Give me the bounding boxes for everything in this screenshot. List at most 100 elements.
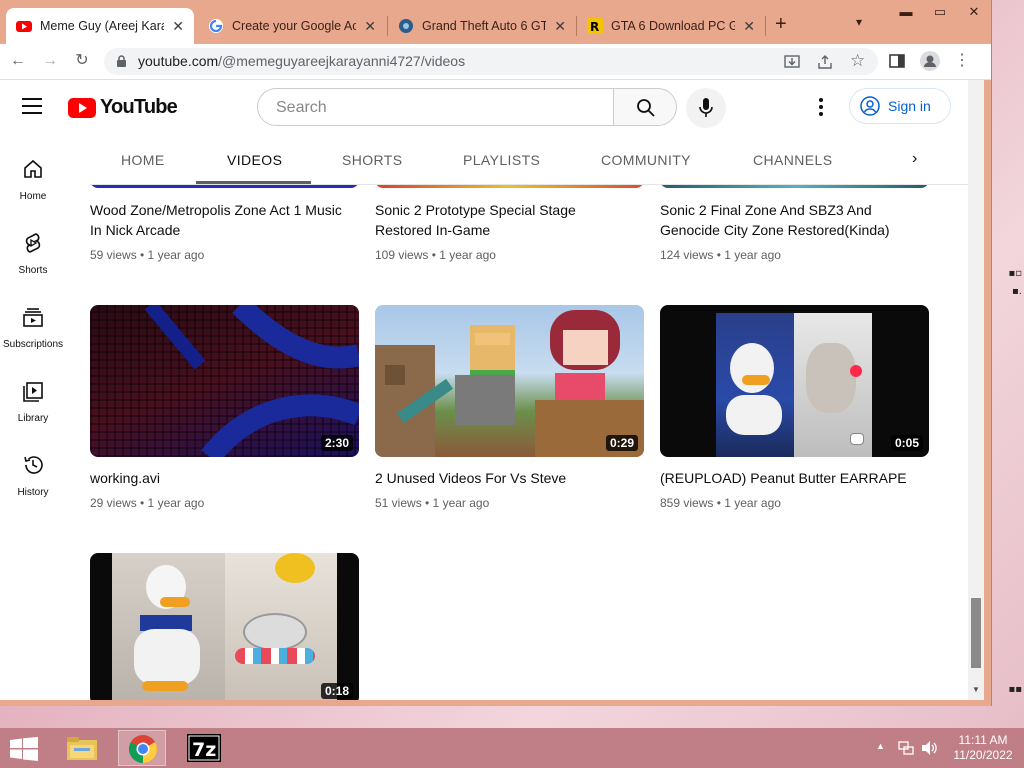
url-text: youtube.com/@memeguyareejkarayanni4727/v… bbox=[138, 53, 465, 69]
tab-close-icon[interactable]: ✕ bbox=[743, 18, 755, 35]
thumbnail-art bbox=[794, 313, 872, 457]
browser-tab-gta6[interactable]: Grand Theft Auto 6 GTA ✕ bbox=[388, 8, 576, 44]
window-controls: ▬ ▭ ✕ bbox=[889, 0, 991, 26]
new-tab-button[interactable]: + bbox=[775, 13, 787, 36]
browser-tab-gta6-download[interactable]: R GTA 6 Download PC Ga ✕ bbox=[577, 8, 765, 44]
video-title[interactable]: Wood Zone/Metropolis Zone Act 1 Music In… bbox=[90, 200, 350, 240]
back-arrow-icon[interactable]: ← bbox=[8, 51, 28, 71]
video-thumbnail[interactable]: 0:18 bbox=[90, 553, 359, 700]
page-scrollbar[interactable]: ▼ bbox=[968, 80, 984, 700]
video-meta: 51 views • 1 year ago bbox=[375, 496, 490, 510]
tab-shorts[interactable]: SHORTS bbox=[342, 152, 403, 168]
tab-close-icon[interactable]: ✕ bbox=[172, 18, 184, 35]
video-meta: 859 views • 1 year ago bbox=[660, 496, 781, 510]
tab-close-icon[interactable]: ✕ bbox=[554, 18, 566, 35]
tab-channels[interactable]: CHANNELS bbox=[753, 152, 832, 168]
video-title[interactable]: (REUPLOAD) Peanut Butter EARRAPE bbox=[660, 468, 920, 488]
sidebar-item-label: Shorts bbox=[18, 265, 48, 276]
scrollbar-thumb[interactable] bbox=[971, 598, 981, 668]
volume-icon[interactable] bbox=[921, 740, 939, 756]
profile-avatar-icon[interactable] bbox=[920, 51, 940, 71]
youtube-logo[interactable]: YouTube bbox=[68, 96, 178, 119]
youtube-favicon-icon bbox=[16, 21, 32, 32]
account-icon bbox=[860, 96, 880, 116]
side-panel-icon[interactable] bbox=[889, 53, 905, 69]
clock-date: 11/20/2022 bbox=[953, 748, 1013, 762]
tab-title: Meme Guy (Areej Karay bbox=[40, 19, 165, 33]
sidebar-item-library[interactable]: Library bbox=[0, 380, 66, 426]
sidebar-item-history[interactable]: History bbox=[0, 454, 66, 500]
thumbnail-art bbox=[716, 313, 794, 457]
thumbnail-art bbox=[375, 310, 644, 457]
youtube-play-icon bbox=[68, 97, 96, 118]
forward-arrow-icon[interactable]: → bbox=[40, 51, 60, 71]
video-meta: 29 views • 1 year ago bbox=[90, 496, 205, 510]
microphone-icon bbox=[699, 98, 713, 117]
search-input[interactable] bbox=[274, 98, 598, 118]
minimize-icon[interactable]: ▬ bbox=[889, 0, 923, 26]
window-close-icon[interactable]: ✕ bbox=[957, 0, 991, 26]
bookmark-star-icon[interactable]: ☆ bbox=[850, 51, 865, 71]
youtube-page: Wood Zone/Metropolis Zone Act 1 Music In… bbox=[0, 80, 968, 700]
chevron-right-icon[interactable]: › bbox=[912, 150, 917, 168]
sidebar-item-subscriptions[interactable]: Subscriptions bbox=[0, 306, 66, 352]
shorts-icon bbox=[25, 233, 41, 253]
clock-time: 11:11 AM bbox=[958, 733, 1008, 747]
youtube-header: YouTube Sign in bbox=[0, 80, 968, 136]
taskbar-7zip[interactable]: 7z bbox=[180, 730, 228, 766]
subscriptions-icon bbox=[23, 308, 43, 327]
sign-in-label: Sign in bbox=[888, 98, 931, 114]
voice-search-button[interactable] bbox=[686, 88, 726, 128]
install-app-icon[interactable] bbox=[784, 54, 800, 70]
desktop-icon-fragment: ▪. bbox=[1012, 286, 1022, 297]
menu-icon[interactable] bbox=[22, 98, 42, 114]
taskbar-chrome[interactable] bbox=[118, 730, 166, 766]
sidebar-item-shorts[interactable]: Shorts bbox=[0, 232, 66, 278]
video-title[interactable]: Sonic 2 Prototype Special Stage Restored… bbox=[375, 200, 635, 240]
tab-home[interactable]: HOME bbox=[121, 152, 165, 168]
browser-toolbar: ← → ↻ youtube.com/@memeguyareejkarayanni… bbox=[0, 44, 991, 80]
sidebar-item-home[interactable]: Home bbox=[0, 158, 66, 204]
tab-close-icon[interactable]: ✕ bbox=[364, 18, 376, 35]
url-host: youtube.com bbox=[138, 53, 219, 69]
video-thumbnail[interactable]: 0:05 bbox=[660, 305, 929, 457]
url-path: /@memeguyareejkarayanni4727/videos bbox=[218, 53, 466, 69]
taskbar-clock[interactable]: 11:11 AM 11/20/2022 bbox=[948, 733, 1018, 763]
tab-search-chevron-icon[interactable]: ▾ bbox=[856, 15, 862, 29]
scroll-down-arrow-icon[interactable]: ▼ bbox=[972, 685, 980, 694]
video-title[interactable]: 2 Unused Videos For Vs Steve bbox=[375, 468, 635, 488]
tab-separator bbox=[765, 16, 766, 36]
tab-community[interactable]: COMMUNITY bbox=[601, 152, 691, 168]
browser-menu-icon[interactable]: ⋮ bbox=[952, 51, 972, 71]
thumbnail-art bbox=[112, 553, 225, 700]
google-favicon-icon bbox=[209, 19, 223, 33]
windows-start-icon[interactable] bbox=[10, 737, 38, 761]
tab-videos[interactable]: VIDEOS bbox=[227, 152, 282, 168]
taskbar-file-explorer[interactable] bbox=[58, 730, 106, 766]
search-box bbox=[257, 88, 613, 126]
browser-tab-youtube[interactable]: Meme Guy (Areej Karay ✕ bbox=[6, 8, 194, 44]
lock-icon[interactable] bbox=[116, 55, 127, 68]
tab-playlists[interactable]: PLAYLISTS bbox=[463, 152, 540, 168]
tab-title: Create your Google Acc bbox=[232, 19, 357, 33]
mini-guide-sidebar: Home Shorts Subscriptions Library Histor… bbox=[0, 136, 66, 700]
network-icon[interactable] bbox=[898, 740, 914, 756]
sign-in-button[interactable]: Sign in bbox=[849, 88, 951, 124]
thumbnail-art bbox=[225, 553, 337, 700]
desktop-icon-fragment: ▪▪ bbox=[1008, 684, 1022, 695]
search-button[interactable] bbox=[613, 88, 677, 126]
address-bar[interactable]: youtube.com/@memeguyareejkarayanni4727/v… bbox=[104, 48, 878, 75]
video-thumbnail[interactable]: 0:29 bbox=[375, 305, 644, 457]
tray-show-hidden-icon[interactable]: ▲ bbox=[876, 741, 885, 751]
reload-icon[interactable]: ↻ bbox=[72, 51, 92, 71]
video-duration: 0:29 bbox=[605, 435, 638, 451]
video-thumbnail[interactable]: 2:30 bbox=[90, 305, 359, 457]
video-title[interactable]: working.avi bbox=[90, 468, 350, 488]
windows-taskbar: 7z ▲ 11:11 AM 11/20/2022 bbox=[0, 728, 1024, 768]
browser-tab-google[interactable]: Create your Google Acc ✕ bbox=[198, 8, 386, 44]
desktop-icon-fragment: ▪▫ bbox=[1008, 268, 1022, 279]
maximize-icon[interactable]: ▭ bbox=[923, 0, 957, 26]
share-icon[interactable] bbox=[817, 54, 833, 70]
settings-more-icon[interactable] bbox=[812, 96, 830, 120]
video-title[interactable]: Sonic 2 Final Zone And SBZ3 And Genocide… bbox=[660, 200, 920, 240]
